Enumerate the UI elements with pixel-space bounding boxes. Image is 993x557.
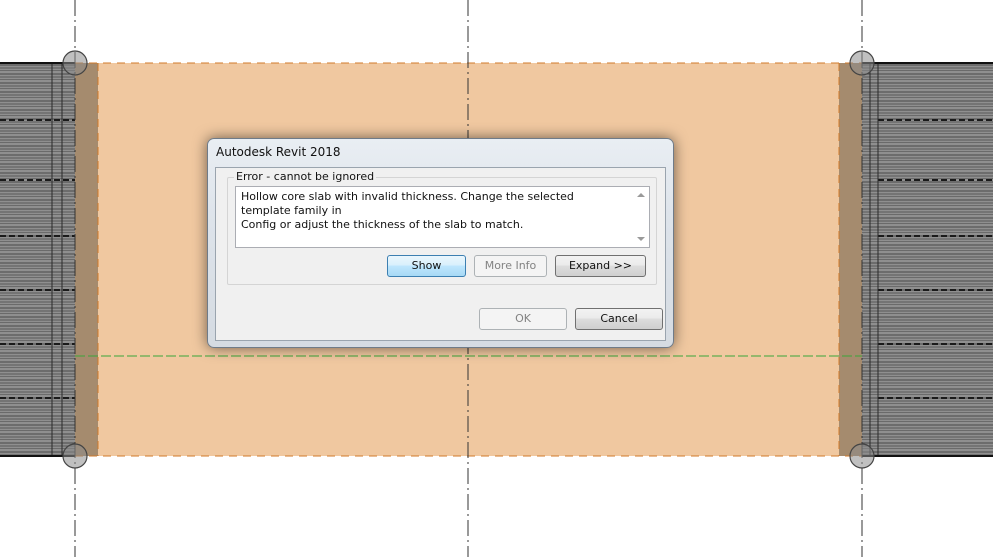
dialog-body: Error - cannot be ignored Hollow core sl… xyxy=(215,167,666,341)
more-info-button[interactable]: More Info xyxy=(474,255,547,277)
error-message-box[interactable]: Hollow core slab with invalid thickness.… xyxy=(235,186,650,248)
scroll-up-icon[interactable] xyxy=(637,193,645,197)
cancel-button[interactable]: Cancel xyxy=(575,308,663,330)
scroll-down-icon[interactable] xyxy=(637,237,645,241)
show-button[interactable]: Show xyxy=(387,255,466,277)
left-beam[interactable] xyxy=(75,63,98,456)
expand-button[interactable]: Expand >> xyxy=(555,255,646,277)
dialog-title: Autodesk Revit 2018 xyxy=(216,145,341,159)
right-wall[interactable] xyxy=(862,62,993,457)
error-group: Error - cannot be ignored Hollow core sl… xyxy=(227,170,657,285)
right-beam[interactable] xyxy=(839,63,862,456)
error-dialog[interactable]: Autodesk Revit 2018 Error - cannot be ig… xyxy=(207,138,674,348)
error-group-label: Error - cannot be ignored xyxy=(234,170,377,183)
error-message: Hollow core slab with invalid thickness.… xyxy=(241,190,574,231)
ok-button[interactable]: OK xyxy=(479,308,567,330)
left-wall[interactable] xyxy=(0,62,75,457)
message-scrollbar[interactable] xyxy=(634,187,649,247)
